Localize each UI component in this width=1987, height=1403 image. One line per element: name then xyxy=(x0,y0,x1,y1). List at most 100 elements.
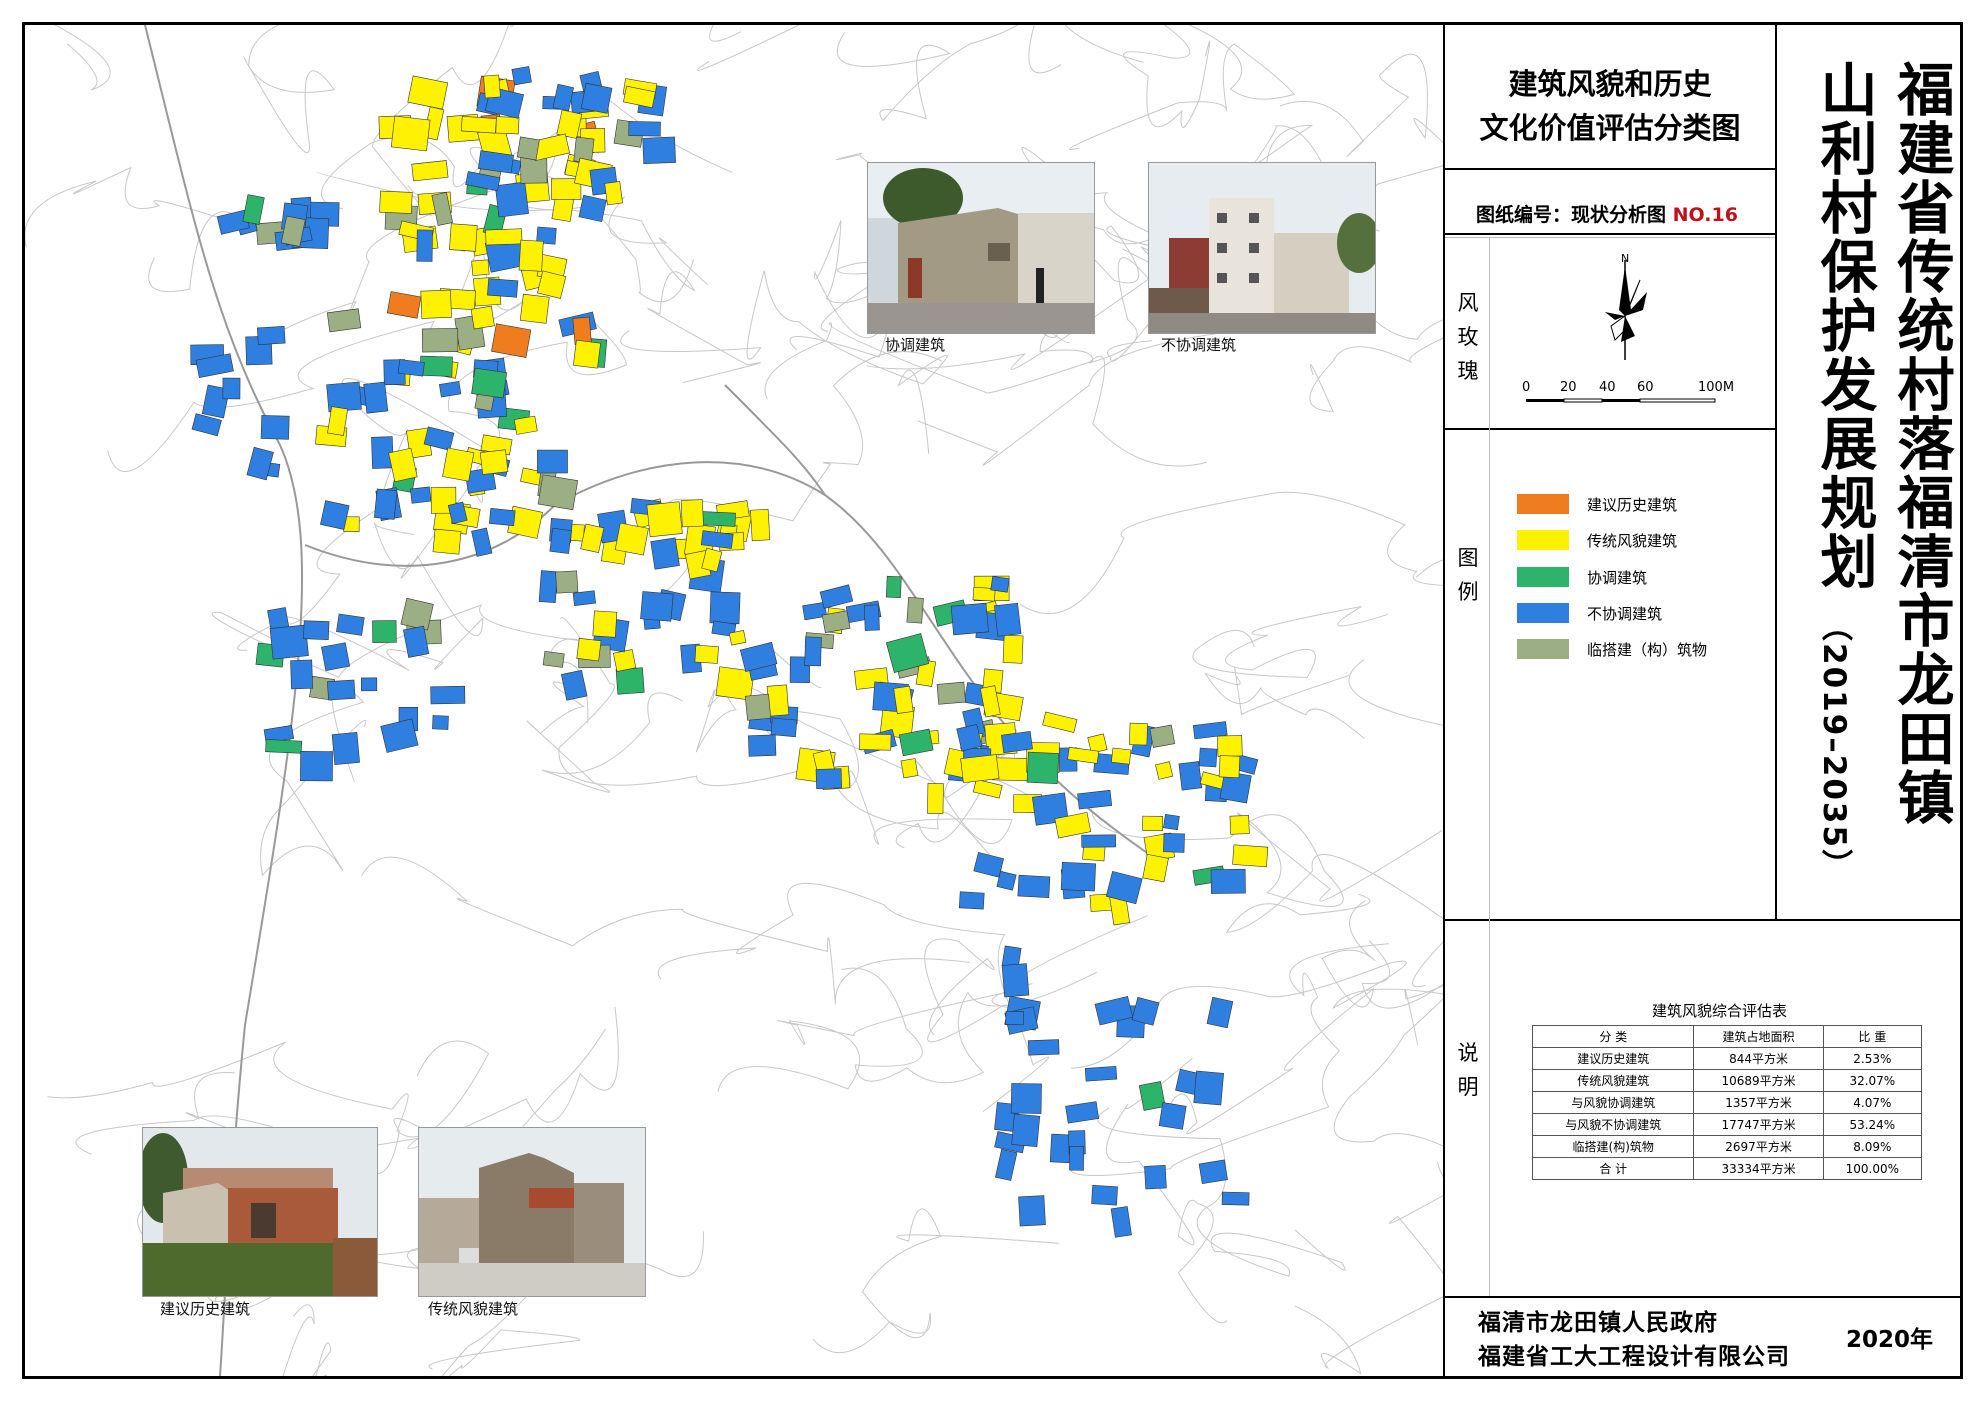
building-uncoordinated[interactable] xyxy=(1018,1195,1046,1227)
building-uncoordinated[interactable] xyxy=(552,83,574,112)
building-uncoordinated[interactable] xyxy=(1198,1159,1228,1185)
building-traditional[interactable] xyxy=(728,630,747,646)
building-uncoordinated[interactable] xyxy=(397,359,425,377)
building-uncoordinated[interactable] xyxy=(642,136,676,165)
building-traditional[interactable] xyxy=(960,754,1000,784)
building-uncoordinated[interactable] xyxy=(336,613,365,636)
building-uncoordinated[interactable] xyxy=(290,659,313,690)
building-uncoordinated[interactable] xyxy=(1081,834,1116,848)
building-uncoordinated[interactable] xyxy=(320,500,350,530)
building-traditional[interactable] xyxy=(1111,747,1132,765)
building-coordinated[interactable] xyxy=(699,511,736,527)
building-uncoordinated[interactable] xyxy=(1005,1010,1025,1026)
building-uncoordinated[interactable] xyxy=(1221,1191,1250,1206)
building-uncoordinated[interactable] xyxy=(222,377,241,400)
building-traditional[interactable] xyxy=(592,610,618,638)
building-coordinated[interactable] xyxy=(885,575,902,599)
building-uncoordinated[interactable] xyxy=(373,488,398,520)
building-uncoordinated[interactable] xyxy=(770,717,798,738)
building-uncoordinated[interactable] xyxy=(1193,1070,1224,1106)
building-temporary[interactable] xyxy=(400,597,434,631)
building-temporary[interactable] xyxy=(744,693,772,721)
building-traditional[interactable] xyxy=(715,666,755,701)
building-uncoordinated[interactable] xyxy=(1010,1083,1042,1114)
building-coordinated[interactable] xyxy=(419,355,453,377)
building-traditional[interactable] xyxy=(1142,853,1169,883)
building-temporary[interactable] xyxy=(537,474,579,511)
building-uncoordinated[interactable] xyxy=(321,642,351,671)
building-uncoordinated[interactable] xyxy=(511,66,532,86)
building-traditional[interactable] xyxy=(1129,722,1148,746)
building-traditional[interactable] xyxy=(893,685,914,714)
building-uncoordinated[interactable] xyxy=(549,527,572,554)
building-temporary[interactable] xyxy=(1149,724,1176,748)
building-temporary[interactable] xyxy=(936,681,966,705)
building-uncoordinated[interactable] xyxy=(650,537,680,570)
building-uncoordinated[interactable] xyxy=(537,449,568,474)
building-uncoordinated[interactable] xyxy=(995,1148,1018,1181)
building-coordinated[interactable] xyxy=(615,667,645,695)
building-uncoordinated[interactable] xyxy=(1017,874,1051,898)
building-traditional[interactable] xyxy=(572,339,601,369)
building-uncoordinated[interactable] xyxy=(438,380,462,398)
building-traditional[interactable] xyxy=(694,644,719,664)
building-uncoordinated[interactable] xyxy=(958,891,985,910)
building-traditional[interactable] xyxy=(432,528,462,555)
building-uncoordinated[interactable] xyxy=(471,527,493,557)
building-uncoordinated[interactable] xyxy=(410,486,432,504)
building-traditional[interactable] xyxy=(449,223,478,252)
building-uncoordinated[interactable] xyxy=(416,229,433,262)
building-uncoordinated[interactable] xyxy=(256,325,286,346)
building-historic[interactable] xyxy=(386,291,422,319)
building-uncoordinated[interactable] xyxy=(560,669,588,701)
building-uncoordinated[interactable] xyxy=(628,121,661,137)
building-traditional[interactable] xyxy=(680,499,704,528)
building-uncoordinated[interactable] xyxy=(748,734,777,757)
building-uncoordinated[interactable] xyxy=(488,507,516,527)
building-traditional[interactable] xyxy=(1042,711,1078,733)
building-coordinated[interactable] xyxy=(1026,751,1060,785)
building-traditional[interactable] xyxy=(485,228,523,246)
building-traditional[interactable] xyxy=(859,733,892,751)
building-uncoordinated[interactable] xyxy=(804,636,822,667)
building-uncoordinated[interactable] xyxy=(1084,1066,1118,1082)
building-uncoordinated[interactable] xyxy=(1163,832,1185,853)
building-uncoordinated[interactable] xyxy=(331,732,360,765)
building-uncoordinated[interactable] xyxy=(538,570,558,603)
building-traditional[interactable] xyxy=(471,259,490,276)
building-uncoordinated[interactable] xyxy=(269,624,309,660)
building-traditional[interactable] xyxy=(513,415,538,435)
building-coordinated[interactable] xyxy=(265,739,303,754)
building-uncoordinated[interactable] xyxy=(432,715,449,730)
building-uncoordinated[interactable] xyxy=(1065,1101,1100,1124)
building-uncoordinated[interactable] xyxy=(1144,1164,1167,1190)
building-temporary[interactable] xyxy=(516,136,540,161)
building-traditional[interactable] xyxy=(519,293,550,324)
building-traditional[interactable] xyxy=(900,758,919,779)
building-traditional[interactable] xyxy=(483,74,501,99)
building-uncoordinated[interactable] xyxy=(578,194,607,223)
building-uncoordinated[interactable] xyxy=(487,278,519,298)
building-temporary[interactable] xyxy=(555,570,579,594)
building-uncoordinated[interactable] xyxy=(260,415,290,440)
building-uncoordinated[interactable] xyxy=(990,576,1010,593)
building-coordinated[interactable] xyxy=(242,194,265,225)
building-uncoordinated[interactable] xyxy=(360,677,378,692)
building-temporary[interactable] xyxy=(542,650,565,668)
building-temporary[interactable] xyxy=(906,596,924,624)
building-traditional[interactable] xyxy=(750,508,771,542)
building-temporary[interactable] xyxy=(326,308,362,333)
building-traditional[interactable] xyxy=(614,522,649,556)
building-uncoordinated[interactable] xyxy=(815,768,842,789)
building-uncoordinated[interactable] xyxy=(996,870,1017,891)
building-coordinated[interactable] xyxy=(1138,1081,1166,1111)
building-uncoordinated[interactable] xyxy=(494,181,529,218)
building-uncoordinated[interactable] xyxy=(572,590,596,606)
building-uncoordinated[interactable] xyxy=(1001,730,1033,754)
building-traditional[interactable] xyxy=(604,181,623,206)
building-uncoordinated[interactable] xyxy=(1158,1102,1187,1130)
building-uncoordinated[interactable] xyxy=(1110,1206,1132,1238)
building-traditional[interactable] xyxy=(460,115,497,134)
building-traditional[interactable] xyxy=(1232,844,1269,868)
building-uncoordinated[interactable] xyxy=(950,602,989,636)
